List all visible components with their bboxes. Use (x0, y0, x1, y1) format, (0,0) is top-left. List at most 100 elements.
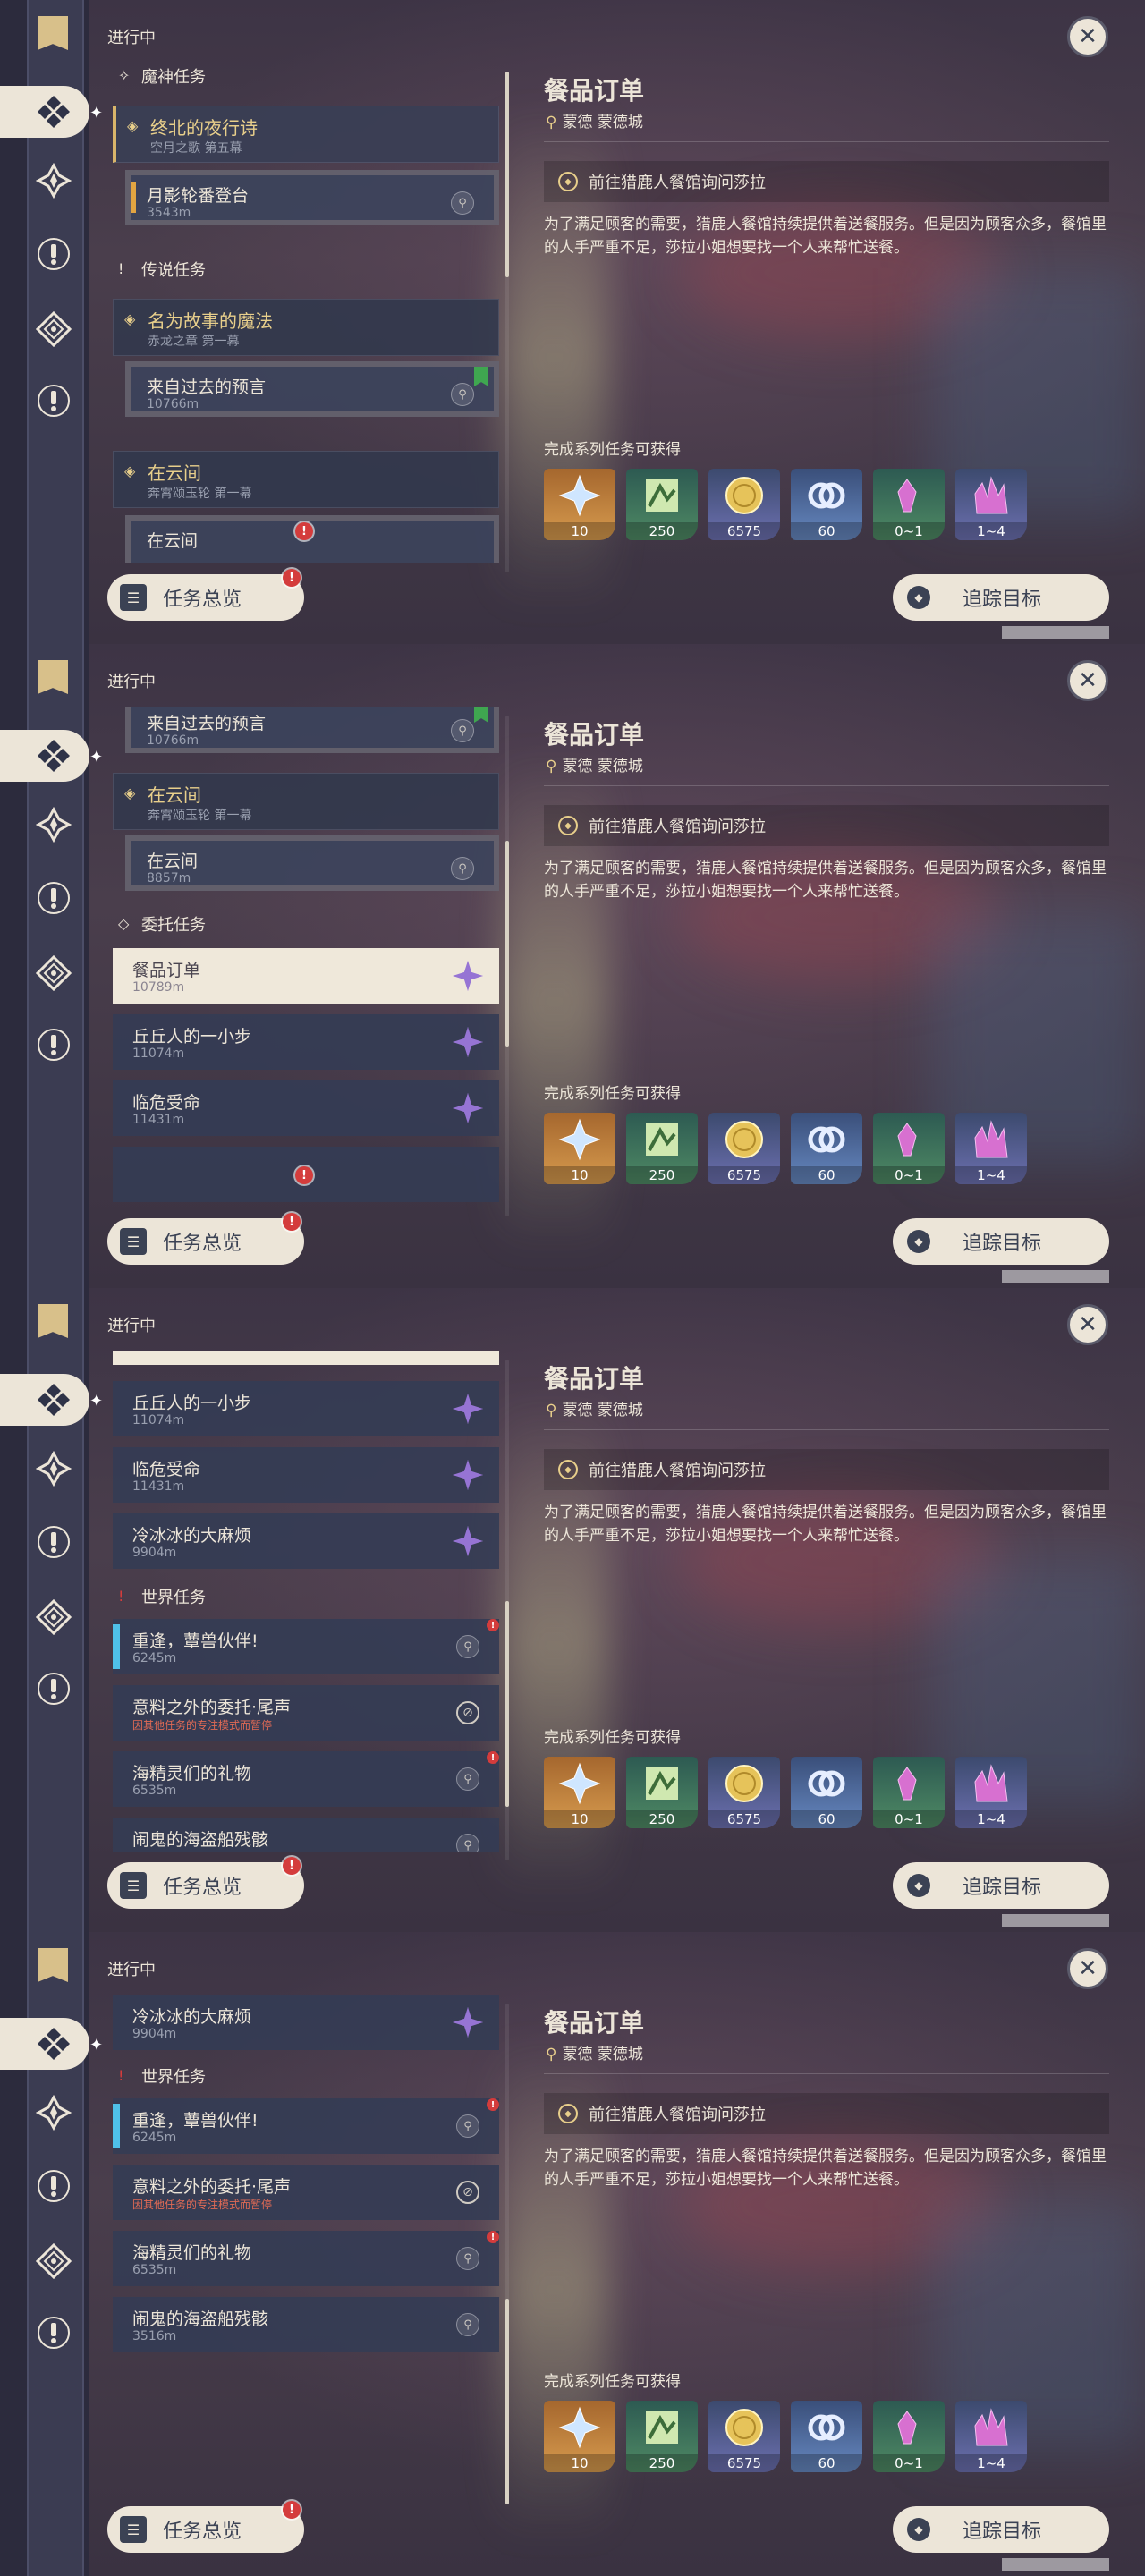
rail-item-world[interactable] (34, 2313, 73, 2352)
quest-group[interactable]: ◈ 名为故事的魔法 赤龙之章 第一幕 (113, 299, 499, 356)
quest-log-bookmark-icon[interactable] (38, 660, 68, 694)
reward-item[interactable]: 6575 (708, 469, 780, 540)
rail-item-commission[interactable] (34, 1597, 73, 1637)
close-button[interactable]: ✕ (1067, 1948, 1108, 1989)
quest-item[interactable]: 在云间 8857m ⚲ (125, 835, 499, 891)
reward-item[interactable]: 10 (544, 1757, 615, 1828)
reward-item[interactable]: 10 (544, 469, 615, 540)
quest-overview-button[interactable]: ☰ 任务总览 ! (107, 2501, 304, 2553)
rail-item-all-quests[interactable] (0, 1374, 89, 1426)
quest-item[interactable]: 意料之外的委托·尾声 因其他任务的专注模式而暂停 ⊘ (113, 2165, 499, 2220)
track-objective-button[interactable]: ◆ 追踪目标 (893, 1862, 1109, 1909)
reward-item[interactable]: 60 (791, 469, 862, 540)
rail-item-commission[interactable] (34, 309, 73, 349)
rail-item-story[interactable] (34, 2166, 73, 2206)
quest-group[interactable]: ◈ 在云间 奔霄颂玉轮 第一幕 (113, 451, 499, 508)
location-pin-icon[interactable]: ⚲ (456, 1834, 479, 1852)
quest-list[interactable]: ✧ 魔神任务 ◈ 终北的夜行诗 空月之歌 第五幕 月影轮番登台 3543m ⚲ ! 传说任务… (107, 63, 510, 564)
reward-item[interactable]: 250 (626, 1113, 698, 1184)
reward-item[interactable]: 60 (791, 1113, 862, 1184)
reward-item[interactable]: 6575 (708, 2401, 780, 2472)
rail-item-story[interactable] (34, 1522, 73, 1562)
quest-item[interactable]: 海精灵们的礼物 6535m ⚲ (113, 2231, 499, 2286)
quest-item[interactable]: 来自过去的预言 10766m ⚲ (125, 361, 499, 417)
track-objective-button[interactable]: ◆ 追踪目标 (893, 1218, 1109, 1265)
rail-item-world[interactable] (34, 381, 73, 420)
quest-item[interactable]: 重逢，蕈兽伙伴! 6245m ⚲ (113, 2098, 499, 2154)
quest-item[interactable]: 冷冰冰的大麻烦 9904m (113, 1513, 499, 1569)
quest-list[interactable]: 丘丘人的一小步 11074m 临危受命 11431m 冷冰冰的大麻烦 9904m ! 世… (107, 1351, 510, 1852)
scroll-thumb[interactable] (505, 841, 509, 1046)
location-pin-icon[interactable]: ⚲ (456, 1635, 479, 1658)
quest-item-selected[interactable]: 餐品订单 10789m (113, 948, 499, 1004)
scroll-thumb[interactable] (505, 2299, 509, 2504)
reward-item[interactable]: 1~4 (955, 1113, 1027, 1184)
rail-item-archon[interactable] (34, 1449, 73, 1488)
reward-item[interactable]: 10 (544, 1113, 615, 1184)
reward-item[interactable]: 0~1 (873, 469, 945, 540)
rail-item-all-quests[interactable] (0, 730, 89, 782)
quest-item[interactable]: 丘丘人的一小步 11074m (113, 1381, 499, 1436)
reward-item[interactable]: 6575 (708, 1757, 780, 1828)
reward-item[interactable]: 0~1 (873, 1757, 945, 1828)
rail-item-archon[interactable] (34, 161, 73, 200)
track-objective-button[interactable]: ◆ 追踪目标 (893, 574, 1109, 621)
location-pin-icon[interactable]: ⚲ (451, 383, 474, 406)
scroll-thumb[interactable] (505, 72, 509, 277)
reward-item[interactable]: 6575 (708, 1113, 780, 1184)
quest-item[interactable]: 临危受命 11431m (113, 1447, 499, 1503)
location-pin-icon[interactable]: ⚲ (456, 2247, 479, 2270)
quest-list[interactable]: 冷冰冰的大麻烦 9904m ! 世界任务 重逢，蕈兽伙伴! 6245m ⚲ ! 意料之外… (107, 1995, 510, 2496)
quest-item[interactable]: 在云间 (125, 515, 499, 564)
reward-item[interactable]: 250 (626, 1757, 698, 1828)
rail-item-all-quests[interactable] (0, 86, 89, 138)
rail-item-archon[interactable] (34, 2093, 73, 2132)
quest-list-scrollbar[interactable] (505, 2004, 509, 2504)
close-button[interactable]: ✕ (1067, 16, 1108, 57)
quest-list-scrollbar[interactable] (505, 716, 509, 1216)
reward-item[interactable]: 0~1 (873, 2401, 945, 2472)
reward-item[interactable]: 1~4 (955, 469, 1027, 540)
location-pin-icon[interactable]: ⚲ (456, 2313, 479, 2336)
reward-item[interactable]: 250 (626, 469, 698, 540)
close-button[interactable]: ✕ (1067, 660, 1108, 701)
quest-item[interactable]: 闹鬼的海盗船残骸 ⚲ (113, 1818, 499, 1852)
quest-item[interactable]: 海精灵们的礼物 6535m ⚲ (113, 1751, 499, 1807)
quest-log-bookmark-icon[interactable] (38, 1948, 68, 1982)
reward-item[interactable]: 10 (544, 2401, 615, 2472)
rail-item-world[interactable] (34, 1669, 73, 1708)
rail-item-archon[interactable] (34, 805, 73, 844)
quest-log-bookmark-icon[interactable] (38, 16, 68, 50)
quest-list-scrollbar[interactable] (505, 1360, 509, 1860)
quest-item[interactable]: 月影轮番登台 3543m ⚲ (125, 170, 499, 225)
location-pin-icon[interactable]: ⚲ (451, 857, 474, 880)
quest-overview-button[interactable]: ☰ 任务总览 ! (107, 569, 304, 621)
reward-item[interactable]: 250 (626, 2401, 698, 2472)
quest-overview-button[interactable]: ☰ 任务总览 ! (107, 1213, 304, 1265)
quest-list-scrollbar[interactable] (505, 72, 509, 572)
close-button[interactable]: ✕ (1067, 1304, 1108, 1345)
reward-item[interactable]: 0~1 (873, 1113, 945, 1184)
reward-item[interactable]: 1~4 (955, 2401, 1027, 2472)
quest-overview-button[interactable]: ☰ 任务总览 ! (107, 1857, 304, 1909)
location-pin-icon[interactable]: ⚲ (451, 719, 474, 742)
location-pin-icon[interactable]: ⚲ (456, 2114, 479, 2138)
reward-item[interactable]: 60 (791, 1757, 862, 1828)
rail-item-commission[interactable] (34, 953, 73, 993)
rail-item-all-quests[interactable] (0, 2018, 89, 2070)
quest-list[interactable]: 来自过去的预言 10766m ⚲ ◈ 在云间 奔霄颂玉轮 第一幕 在云间 8857m ⚲ ◇… (107, 707, 510, 1208)
rail-item-world[interactable] (34, 1025, 73, 1064)
rail-item-story[interactable] (34, 878, 73, 918)
quest-group[interactable]: ◈ 在云间 奔霄颂玉轮 第一幕 (113, 773, 499, 830)
quest-item[interactable]: 丘丘人的一小步 11074m (113, 1014, 499, 1070)
track-objective-button[interactable]: ◆ 追踪目标 (893, 2506, 1109, 2553)
quest-item[interactable]: 临危受命 11431m (113, 1080, 499, 1136)
quest-item[interactable]: 冷冰冰的大麻烦 9904m (113, 1995, 499, 2050)
scroll-thumb[interactable] (505, 1601, 509, 1807)
reward-item[interactable]: 1~4 (955, 1757, 1027, 1828)
quest-item-selected[interactable] (113, 1351, 499, 1365)
quest-item[interactable]: 来自过去的预言 10766m ⚲ (125, 707, 499, 753)
rail-item-commission[interactable] (34, 2241, 73, 2281)
quest-item[interactable]: 重逢，蕈兽伙伴! 6245m ⚲ (113, 1619, 499, 1674)
quest-group[interactable]: ◈ 终北的夜行诗 空月之歌 第五幕 (113, 106, 499, 163)
